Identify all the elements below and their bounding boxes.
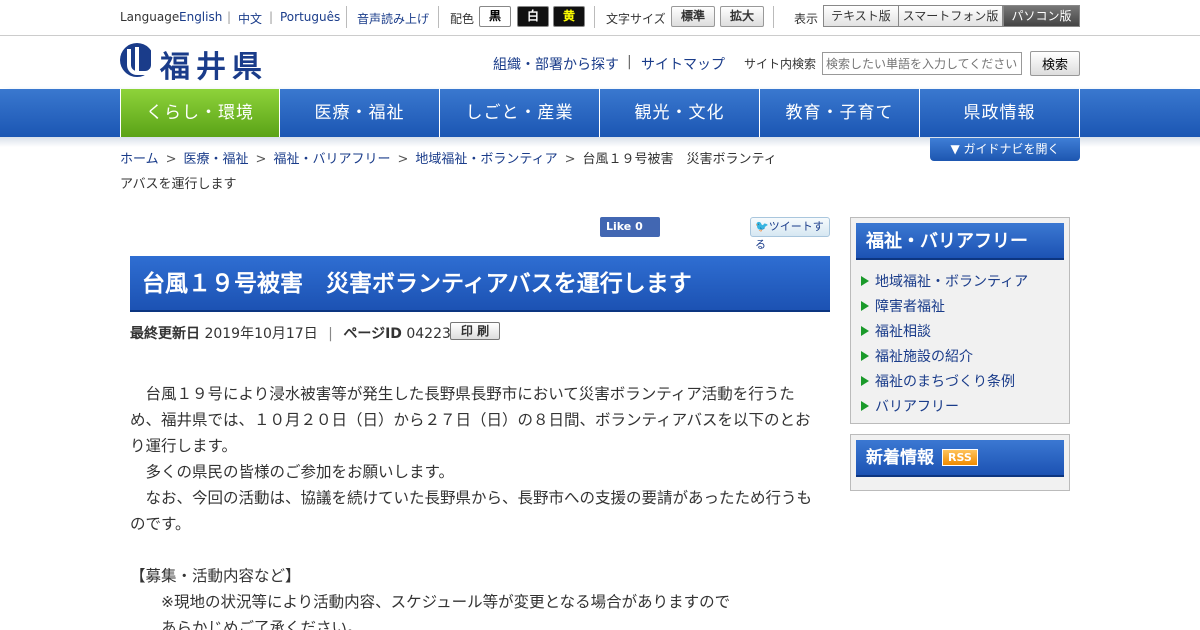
nav-item-tourism-culture[interactable]: 観光・文化 [600,89,760,137]
article-body: 台風１９号により浸水被害等が発生した長野県長野市において災害ボランティア活動を行… [130,381,820,630]
twitter-tweet-button[interactable]: 🐦ツイートする [750,217,830,251]
prefecture-emblem-icon [120,43,155,77]
view-pc-button[interactable]: パソコン版 [1003,5,1080,27]
search-input[interactable] [822,52,1022,75]
divider: | [269,10,274,24]
search-button[interactable]: 検索 [1030,51,1080,76]
print-button[interactable]: 印 刷 [450,322,500,340]
arrow-right-icon [861,276,869,286]
sidebar-news-box: 新着情報 RSS [850,434,1070,491]
facebook-like-button[interactable]: Like 0 [600,217,660,237]
body-paragraph: 台風１９号により浸水被害等が発生した長野県長野市において災害ボランティア活動を行… [130,385,811,455]
sidebar-item-barrierfree[interactable]: バリアフリー [861,395,1028,420]
sidebar-item-community-welfare[interactable]: 地域福祉・ボランティア [861,270,1028,295]
sidebar-item-label: 障害者福祉 [875,299,945,315]
divider [346,6,347,28]
org-search-link[interactable]: 組織・部署から探す [493,54,619,74]
color-black-button[interactable]: 黒 [479,6,511,27]
sidebar-item-label: 地域福祉・ボランティア [875,274,1029,290]
body-paragraph: なお、今回の活動は、協議を続けていた長野県から、長野市への支援の要請があったため… [130,489,813,533]
breadcrumb-separator: > [397,152,409,167]
language-label: Language [120,10,180,24]
divider: | [227,10,232,24]
body-note: あらかじめご了承ください。 [130,619,363,630]
updated-label: 最終更新日 [130,326,200,342]
rss-badge[interactable]: RSS [942,449,978,466]
sidebar-item-welfare-consultation[interactable]: 福祉相談 [861,320,1028,345]
breadcrumb-home[interactable]: ホーム [120,152,159,167]
lang-english-link[interactable]: English [179,10,222,24]
divider [594,6,595,28]
breadcrumb-current: 台風１９号被害 災害ボランティ [582,152,777,167]
breadcrumb-community-welfare[interactable]: 地域福祉・ボランティア [415,152,557,167]
arrow-right-icon [861,376,869,386]
lang-portuguese-link[interactable]: Português [280,10,340,24]
view-smartphone-button[interactable]: スマートフォン版 [898,5,1003,27]
nav-item-education-childcare[interactable]: 教育・子育て [760,89,920,137]
sidebar-item-label: 福祉相談 [875,324,931,340]
body-blank [130,537,820,563]
sidebar-item-disability-welfare[interactable]: 障害者福祉 [861,295,1028,320]
page-title: 台風１９号被害 災害ボランティアバスを運行します [130,256,830,312]
voice-reader-link[interactable]: 音声読み上げ [357,10,429,27]
utility-bar: Language English | 中文 | Português 音声読み上げ… [0,0,1200,36]
divider [438,6,439,28]
news-title: 新着情報 RSS [856,440,1064,477]
sidebar-item-label: 福祉施設の紹介 [875,349,973,365]
sidebar-category-box: 福祉・バリアフリー 地域福祉・ボランティア 障害者福祉 福祉相談 福祉施設の紹介… [850,217,1070,424]
breadcrumb-separator: > [165,152,177,167]
twitter-bird-icon: 🐦 [755,220,769,233]
breadcrumb-medical-welfare[interactable]: 医療・福祉 [184,152,249,167]
breadcrumb-welfare-barrierfree[interactable]: 福祉・バリアフリー [273,152,390,167]
nav-item-living-environment[interactable]: くらし・環境 [120,89,280,137]
news-title-label: 新着情報 [866,448,934,468]
body-note: ※現地の状況等により活動内容、スケジュール等が変更となる場合がありますので [130,593,731,611]
sidebar-list: 地域福祉・ボランティア 障害者福祉 福祉相談 福祉施設の紹介 福祉のまちづくり条… [861,270,1028,420]
color-label: 配色 [450,12,475,26]
section-heading: 【募集・活動内容など】 [130,567,301,585]
breadcrumb-separator: > [564,152,576,167]
logo-text: 福井県 [160,50,268,85]
sidebar-item-label: バリアフリー [875,399,959,415]
breadcrumb-separator: > [255,152,267,167]
divider [773,6,774,28]
color-white-button[interactable]: 白 [517,6,549,27]
page-id-label: ページID [343,326,402,342]
font-size-label: 文字サイズ [606,12,666,26]
sidebar-title: 福祉・バリアフリー [856,223,1064,260]
color-yellow-button[interactable]: 黄 [553,6,585,27]
arrow-right-icon [861,301,869,311]
font-large-button[interactable]: 拡大 [720,6,764,27]
font-standard-button[interactable]: 標準 [671,6,715,27]
updated-value: 2019年10月17日 [204,326,318,342]
facebook-like-label: Like 0 [606,220,643,233]
breadcrumb: ホーム > 医療・福祉 > 福祉・バリアフリー > 地域福祉・ボランティア > 台風１９号被害 … [120,147,820,197]
guide-navi-button[interactable]: ▼ ガイドナビを開く [930,138,1080,161]
search-label: サイト内検索 [744,57,817,71]
global-nav: くらし・環境 医療・福祉 しごと・産業 観光・文化 教育・子育て 県政情報 [120,89,1080,137]
sidebar-item-welfare-ordinance[interactable]: 福祉のまちづくり条例 [861,370,1028,395]
arrow-right-icon [861,351,869,361]
body-paragraph: 多くの県民の皆様のご参加をお願いします。 [130,463,454,481]
sidebar-item-welfare-facilities[interactable]: 福祉施設の紹介 [861,345,1028,370]
nav-item-prefectural-government[interactable]: 県政情報 [920,89,1080,137]
site-header: 福井県 組織・部署から探す | サイトマップ サイト内検索 検索 [0,37,1200,89]
divider: | [627,54,632,70]
lang-chinese-link[interactable]: 中文 [238,10,262,27]
nav-item-work-industry[interactable]: しごと・産業 [440,89,600,137]
sitemap-link[interactable]: サイトマップ [641,54,725,74]
view-label: 表示 [794,12,819,26]
nav-item-medical-welfare[interactable]: 医療・福祉 [280,89,440,137]
arrow-right-icon [861,326,869,336]
sidebar-item-label: 福祉のまちづくり条例 [875,374,1015,390]
view-text-button[interactable]: テキスト版 [823,5,899,27]
arrow-right-icon [861,401,869,411]
page-meta: 最終更新日 2019年10月17日 | ページID 042230 [130,324,460,344]
breadcrumb-current-cont: アバスを運行します [120,177,237,192]
divider: | [328,326,333,342]
